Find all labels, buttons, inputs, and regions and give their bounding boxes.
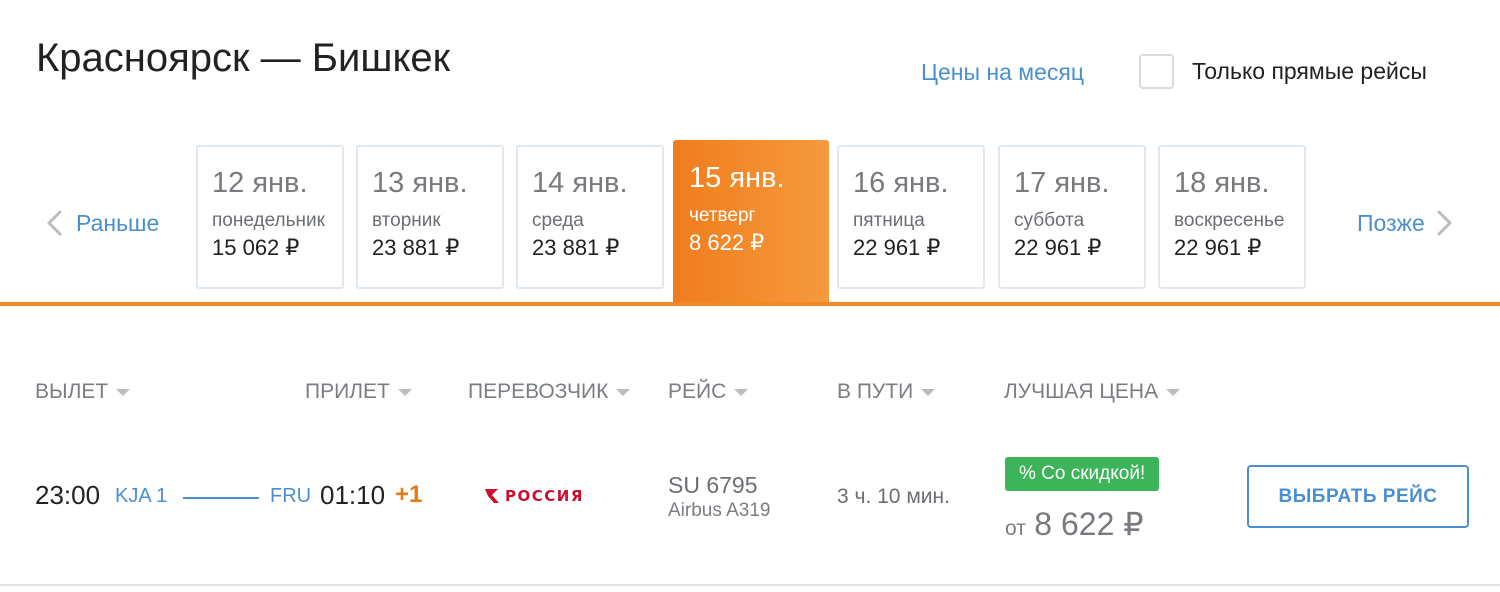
route-connector-line bbox=[183, 497, 259, 499]
sort-caret-icon bbox=[116, 388, 131, 396]
column-label: ВЫЛЕТ bbox=[35, 380, 109, 403]
date-card[interactable]: 16 янв. пятница 22 961 ₽ bbox=[837, 145, 985, 289]
date-card-date: 14 янв. bbox=[532, 167, 628, 199]
sort-flight[interactable]: РЕЙС bbox=[668, 380, 749, 404]
date-card-price: 8 622 ₽ bbox=[689, 230, 765, 255]
date-card-weekday: вторник bbox=[372, 210, 441, 231]
sort-duration[interactable]: В ПУТИ bbox=[837, 380, 936, 404]
sort-caret-icon bbox=[1166, 388, 1181, 396]
date-card-weekday: понедельник bbox=[212, 210, 325, 231]
date-card[interactable]: 18 янв. воскресенье 22 961 ₽ bbox=[1158, 145, 1306, 289]
departure-airport[interactable]: KJA 1 bbox=[115, 485, 167, 508]
date-card-price: 22 961 ₽ bbox=[853, 235, 941, 260]
earlier-button[interactable]: Раньше bbox=[40, 203, 159, 243]
next-day-badge: +1 bbox=[395, 481, 423, 508]
chevron-left-icon bbox=[47, 210, 62, 236]
date-card-weekday: пятница bbox=[853, 210, 925, 231]
date-card-weekday: воскресенье bbox=[1174, 210, 1285, 231]
airline-name: РОССИЯ bbox=[505, 487, 584, 505]
date-card-weekday: суббота bbox=[1014, 210, 1085, 231]
arrival-time: 01:10 bbox=[320, 480, 386, 510]
flight-duration: 3 ч. 10 мин. bbox=[837, 485, 950, 508]
column-label: ЛУЧШАЯ ЦЕНА bbox=[1004, 380, 1159, 403]
date-card-price: 23 881 ₽ bbox=[372, 235, 460, 260]
sort-caret-icon bbox=[397, 388, 412, 396]
sort-best-price[interactable]: ЛУЧШАЯ ЦЕНА bbox=[1004, 380, 1181, 404]
month-prices-link[interactable]: Цены на месяц bbox=[921, 59, 1084, 86]
discount-badge: % Со скидкой! bbox=[1005, 457, 1160, 491]
date-card-price: 22 961 ₽ bbox=[1014, 235, 1102, 260]
sort-caret-icon bbox=[616, 388, 631, 396]
best-price: от 8 622 ₽ bbox=[1005, 505, 1144, 543]
date-card-date: 17 янв. bbox=[1014, 167, 1110, 199]
column-label: ПРИЛЕТ bbox=[305, 380, 390, 403]
sort-carrier[interactable]: ПЕРЕВОЗЧИК bbox=[468, 380, 631, 404]
arrival-airport[interactable]: FRU bbox=[270, 485, 311, 508]
date-card-weekday: среда bbox=[532, 210, 584, 231]
column-label: РЕЙС bbox=[668, 380, 727, 403]
price-prefix: от bbox=[1005, 517, 1026, 540]
price-value: 8 622 ₽ bbox=[1034, 506, 1144, 542]
later-button[interactable]: Позже bbox=[1357, 203, 1461, 243]
date-card-selected[interactable]: 15 янв. четверг 8 622 ₽ bbox=[673, 140, 829, 306]
row-divider bbox=[0, 584, 1500, 586]
date-card[interactable]: 12 янв. понедельник 15 062 ₽ bbox=[196, 145, 344, 289]
date-card-weekday: четверг bbox=[689, 205, 756, 226]
date-card-date: 15 янв. bbox=[689, 162, 785, 194]
column-label: ПЕРЕВОЗЧИК bbox=[468, 380, 609, 403]
sort-caret-icon bbox=[921, 388, 936, 396]
date-card-price: 15 062 ₽ bbox=[212, 235, 300, 260]
selected-date-underline bbox=[0, 302, 1500, 306]
date-card-date: 12 янв. bbox=[212, 167, 308, 199]
date-card-date: 16 янв. bbox=[853, 167, 949, 199]
chevron-right-icon bbox=[1437, 210, 1452, 236]
route-title: Красноярск — Бишкек bbox=[36, 36, 451, 80]
date-card-price: 22 961 ₽ bbox=[1174, 235, 1262, 260]
airline-logo: РОССИЯ bbox=[483, 486, 584, 506]
direct-only-checkbox[interactable] bbox=[1139, 54, 1174, 89]
flight-number: SU 6795 bbox=[668, 472, 758, 498]
column-label: В ПУТИ bbox=[837, 380, 914, 403]
aircraft-type: Airbus A319 bbox=[668, 500, 771, 521]
rossiya-logo-icon bbox=[485, 489, 499, 503]
date-card-price: 23 881 ₽ bbox=[532, 235, 620, 260]
date-card-date: 18 янв. bbox=[1174, 167, 1270, 199]
date-card[interactable]: 13 янв. вторник 23 881 ₽ bbox=[356, 145, 504, 289]
date-card[interactable]: 14 янв. среда 23 881 ₽ bbox=[516, 145, 664, 289]
later-label: Позже bbox=[1357, 209, 1425, 236]
sort-caret-icon bbox=[734, 388, 749, 396]
select-flight-button[interactable]: ВЫБРАТЬ РЕЙС bbox=[1247, 465, 1469, 528]
sort-departure[interactable]: ВЫЛЕТ bbox=[35, 380, 131, 404]
direct-only-filter[interactable]: Только прямые рейсы bbox=[1139, 54, 1427, 89]
sort-arrival[interactable]: ПРИЛЕТ bbox=[305, 380, 412, 404]
departure-time: 23:00 bbox=[35, 480, 101, 510]
earlier-label: Раньше bbox=[76, 209, 160, 236]
date-card-date: 13 янв. bbox=[372, 167, 468, 199]
direct-only-label: Только прямые рейсы bbox=[1192, 58, 1427, 84]
date-card[interactable]: 17 янв. суббота 22 961 ₽ bbox=[998, 145, 1146, 289]
